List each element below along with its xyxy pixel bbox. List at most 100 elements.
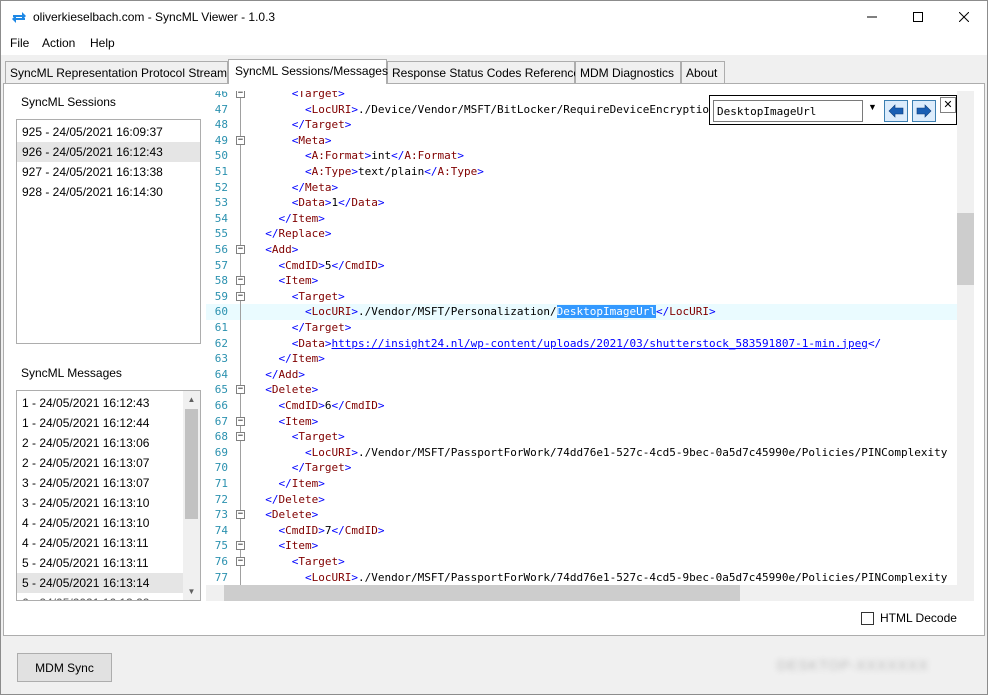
code-text: </Replace>: [252, 226, 331, 242]
find-next-button[interactable]: [912, 100, 936, 122]
line-number: 51: [214, 165, 228, 178]
fold-guide: [240, 335, 241, 352]
code-text: </Meta>: [252, 180, 338, 196]
code-token: >: [311, 274, 319, 288]
code-text: <Data>1</Data>: [252, 195, 385, 211]
list-item[interactable]: 2 - 24/05/2021 16:13:06: [17, 433, 200, 453]
code-token: Delete: [271, 383, 312, 397]
editor-vertical-scrollbar[interactable]: [957, 91, 974, 585]
chevron-down-icon[interactable]: ▼: [868, 102, 877, 112]
code-token: </: [424, 165, 438, 178]
fold-toggle-icon[interactable]: −: [236, 245, 245, 254]
fold-toggle-icon[interactable]: −: [236, 291, 245, 301]
sessions-list[interactable]: 925 - 24/05/2021 16:09:37 926 - 24/05/20…: [16, 119, 201, 344]
menu-help[interactable]: Help: [90, 36, 115, 50]
find-close-button[interactable]: ✕: [940, 97, 956, 113]
minimize-button[interactable]: [849, 1, 895, 33]
maximize-button[interactable]: [895, 1, 941, 33]
menu-action[interactable]: Action: [42, 36, 75, 50]
list-item[interactable]: 926 - 24/05/2021 16:12:43: [17, 142, 200, 162]
code-line: 68− <Target>: [206, 429, 957, 445]
fold-toggle-icon[interactable]: −: [236, 416, 245, 426]
list-item[interactable]: 3 - 24/05/2021 16:13:07: [17, 473, 200, 493]
scroll-thumb[interactable]: [224, 585, 740, 601]
messages-list[interactable]: 1 - 24/05/2021 16:12:43 1 - 24/05/2021 1…: [16, 390, 201, 601]
code-token: >: [338, 555, 345, 568]
html-decode-checkbox[interactable]: HTML Decode: [861, 611, 957, 625]
list-item[interactable]: 928 - 24/05/2021 16:14:30: [17, 182, 200, 202]
fold-toggle-icon[interactable]: −: [236, 557, 245, 566]
code-token: <: [304, 102, 312, 116]
line-number: 67: [214, 414, 228, 428]
code-text: <Item>: [252, 273, 319, 289]
title-bar[interactable]: oliverkieselbach.com - SyncML Viewer - 1…: [1, 1, 987, 33]
find-input[interactable]: [713, 100, 863, 122]
code-text: <CmdID>5</CmdID>: [252, 258, 385, 274]
list-item[interactable]: 4 - 24/05/2021 16:13:11: [17, 533, 200, 553]
fold-toggle-icon[interactable]: −: [236, 541, 245, 551]
fold-toggle-icon[interactable]: −: [236, 135, 245, 145]
code-token: LocURI: [311, 102, 352, 116]
messages-scrollbar[interactable]: ▲ ▼: [183, 391, 200, 600]
scroll-up-icon[interactable]: ▲: [183, 391, 200, 408]
code-token: <: [265, 508, 272, 522]
line-number: 46: [214, 91, 228, 100]
fold-guide: [240, 304, 241, 320]
code-token: >: [351, 165, 358, 178]
line-number: 64: [214, 367, 228, 381]
find-previous-button[interactable]: [884, 100, 908, 122]
list-item[interactable]: 5 - 24/05/2021 16:13:11: [17, 553, 200, 573]
device-name-blurred: DESKTOP-XXXXXXX: [777, 657, 929, 673]
scroll-thumb[interactable]: [957, 213, 974, 285]
tab-protocol-stream[interactable]: SyncML Representation Protocol Stream: [5, 61, 228, 83]
code-text: </Add>: [252, 367, 305, 383]
list-item[interactable]: 5 - 24/05/2021 16:13:14: [17, 573, 200, 593]
menu-file[interactable]: File: [10, 36, 29, 50]
list-item[interactable]: 1 - 24/05/2021 16:12:43: [17, 393, 200, 413]
code-token: </: [265, 367, 279, 381]
code-line: 52 </Meta>: [206, 179, 957, 196]
fold-toggle-icon[interactable]: −: [236, 385, 245, 395]
list-item[interactable]: 4 - 24/05/2021 16:13:10: [17, 513, 200, 533]
code-token: >: [351, 305, 358, 319]
find-panel: ▼ ✕: [709, 95, 957, 125]
code-token: Data: [298, 196, 325, 210]
code-token: text/plain: [357, 165, 425, 178]
scroll-down-icon[interactable]: ▼: [183, 583, 200, 600]
tab-mdm-diagnostics[interactable]: MDM Diagnostics: [575, 61, 681, 83]
checkbox-box[interactable]: [861, 611, 874, 625]
code-text: </Item>: [252, 351, 325, 367]
line-number: 76: [214, 555, 228, 568]
editor-horizontal-scrollbar[interactable]: [206, 585, 957, 601]
line-number: 61: [214, 321, 228, 334]
fold-toggle-icon[interactable]: −: [236, 432, 245, 442]
line-number: 56: [214, 243, 228, 256]
list-item[interactable]: 2 - 24/05/2021 16:13:07: [17, 453, 200, 473]
list-item[interactable]: 1 - 24/05/2021 16:12:44: [17, 413, 200, 433]
line-number: 73: [214, 508, 228, 522]
scroll-thumb[interactable]: [185, 409, 198, 519]
close-button[interactable]: [941, 1, 987, 33]
code-line: 54 </Item>: [206, 210, 957, 227]
code-token: ./Device/Vendor/MSFT/BitLocker/RequireDe…: [357, 102, 716, 116]
fold-guide: [240, 257, 241, 274]
xml-editor[interactable]: 46− <Target> 47 <LocURI>./Device/Vendor/M…: [206, 91, 974, 601]
list-item[interactable]: 6 - 24/05/2021 16:13:22: [17, 593, 200, 600]
line-number: 59: [214, 289, 228, 303]
list-item[interactable]: 925 - 24/05/2021 16:09:37: [17, 122, 200, 142]
tab-status-codes[interactable]: Response Status Codes Reference: [387, 61, 580, 83]
code-token: ./Vendor/MSFT/PassportForWork/74dd76e1-5…: [357, 570, 948, 584]
list-item[interactable]: 927 - 24/05/2021 16:13:38: [17, 162, 200, 182]
list-item[interactable]: 3 - 24/05/2021 16:13:10: [17, 493, 200, 513]
code-text: <Target>: [252, 429, 345, 445]
fold-toggle-icon[interactable]: −: [236, 91, 245, 98]
fold-toggle-icon[interactable]: −: [236, 276, 245, 286]
url-link[interactable]: https://insight24.nl/wp-content/uploads/…: [332, 337, 868, 350]
fold-toggle-icon[interactable]: −: [236, 510, 245, 520]
tab-about[interactable]: About: [681, 61, 725, 83]
mdm-sync-button[interactable]: MDM Sync: [17, 653, 112, 682]
code-token: >: [377, 399, 385, 412]
tab-sessions-messages[interactable]: SyncML Sessions/Messages: [228, 59, 388, 84]
code-line: 76− <Target>: [206, 554, 957, 570]
code-token: CmdID: [285, 523, 319, 537]
